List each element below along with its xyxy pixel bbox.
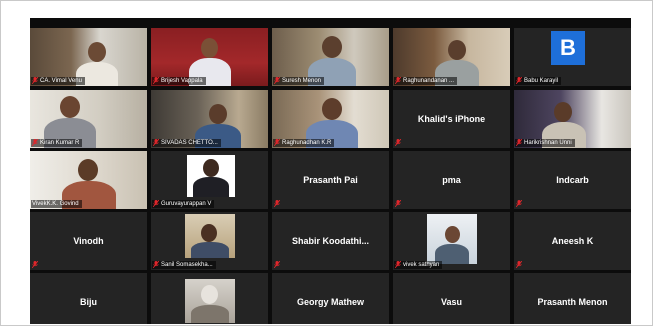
participant-name-label: Suresh Menon xyxy=(273,76,325,85)
participant-profile-photo xyxy=(185,214,235,258)
muted-mic-icon xyxy=(32,76,38,84)
participant-name: Shabir Koodathi... xyxy=(291,236,369,246)
muted-mic-icon xyxy=(274,200,280,207)
muted-mic-icon xyxy=(516,76,522,84)
muted-mic-icon xyxy=(153,138,159,146)
participant-video xyxy=(427,214,477,264)
participant-tile[interactable]: Raghunadhan K.R xyxy=(272,90,389,148)
participant-avatar: B xyxy=(551,31,585,65)
participant-name-label: Raghunandanan ... xyxy=(394,76,458,85)
participant-name: Georgy Mathew xyxy=(296,297,364,307)
participant-tile[interactable]: Guruvayurappan V xyxy=(151,151,268,209)
participant-name: Biju xyxy=(80,297,97,307)
muted-mic-icon xyxy=(395,139,401,146)
muted-mic-icon xyxy=(153,76,159,84)
muted-mic-icon xyxy=(395,76,401,84)
participant-tile[interactable]: Kiran Kumar R xyxy=(30,90,147,148)
participant-name-label: Harikrishnan Unni xyxy=(515,138,575,147)
gallery-view: CA. Vimal Venu Brijesh Vappala Suresh Me… xyxy=(30,18,631,324)
muted-mic-icon xyxy=(395,200,401,207)
participant-name: Khalid's iPhone xyxy=(417,114,486,124)
participant-tile[interactable]: vivek sathyan xyxy=(393,212,510,270)
participant-tile[interactable]: Vinodh xyxy=(30,212,147,270)
muted-mic-icon xyxy=(274,261,280,268)
participant-name-label: CA. Vimal Venu xyxy=(31,76,85,85)
muted-mic-icon xyxy=(153,260,159,268)
muted-mic-icon xyxy=(516,200,522,207)
participant-name-label: Raghunadhan K.R xyxy=(273,138,335,147)
participant-name-label: Guruvayurappan V xyxy=(152,199,215,208)
muted-mic-icon xyxy=(395,260,401,268)
participant-tile[interactable] xyxy=(151,273,268,324)
participant-name: Prasanth Menon xyxy=(537,297,608,307)
muted-mic-icon xyxy=(516,261,522,268)
participant-tile[interactable]: Prasanth Pai xyxy=(272,151,389,209)
participant-name-label: Kiran Kumar R xyxy=(31,138,83,147)
muted-mic-icon xyxy=(32,261,38,268)
participant-tile[interactable]: Harikrishnan Unni xyxy=(514,90,631,148)
participant-name: Vasu xyxy=(440,297,462,307)
participant-name: Vinodh xyxy=(73,236,104,246)
participant-profile-photo xyxy=(187,155,235,197)
participant-tile[interactable]: pma xyxy=(393,151,510,209)
participant-tile[interactable]: Prasanth Menon xyxy=(514,273,631,324)
participant-name-label: Brijesh Vappala xyxy=(152,76,206,85)
participant-tile[interactable]: Shabir Koodathi... xyxy=(272,212,389,270)
participant-tile[interactable]: Sanil Somasekha... xyxy=(151,212,268,270)
participant-tile[interactable]: Khalid's iPhone xyxy=(393,90,510,148)
participant-tile[interactable]: Aneesh K xyxy=(514,212,631,270)
participant-tile[interactable]: Indcarb xyxy=(514,151,631,209)
participant-tile[interactable]: B Babu Karayil xyxy=(514,28,631,86)
muted-mic-icon xyxy=(274,76,280,84)
participant-tile[interactable]: Vasu xyxy=(393,273,510,324)
participant-tile[interactable]: Suresh Menon xyxy=(272,28,389,86)
muted-mic-icon xyxy=(32,138,38,146)
muted-mic-icon xyxy=(153,199,159,207)
participant-name: Indcarb xyxy=(556,175,589,185)
participant-name-label: Babu Karayil xyxy=(515,76,562,85)
participant-tile[interactable]: Biju xyxy=(30,273,147,324)
participant-name: Aneesh K xyxy=(551,236,594,246)
participant-name-label: SIVADAS CHETTO... xyxy=(152,138,221,147)
participant-tile[interactable]: CA. Vimal Venu xyxy=(30,28,147,86)
participant-name: Prasanth Pai xyxy=(303,175,358,185)
participant-name: pma xyxy=(442,175,461,185)
participant-name-label: Sanil Somasekha... xyxy=(152,260,216,269)
participant-name-label: VivekK.K. Govind xyxy=(31,200,82,208)
participant-name-label: vivek sathyan xyxy=(394,260,443,269)
participant-tile[interactable]: SIVADAS CHETTO... xyxy=(151,90,268,148)
participant-tile-active-speaker[interactable]: VivekK.K. Govind xyxy=(30,151,147,209)
muted-mic-icon xyxy=(516,138,522,146)
participant-tile[interactable]: Brijesh Vappala xyxy=(151,28,268,86)
participant-tile[interactable]: Georgy Mathew xyxy=(272,273,389,324)
muted-mic-icon xyxy=(274,138,280,146)
participant-profile-photo xyxy=(185,279,235,323)
participant-tile[interactable]: Raghunandanan ... xyxy=(393,28,510,86)
